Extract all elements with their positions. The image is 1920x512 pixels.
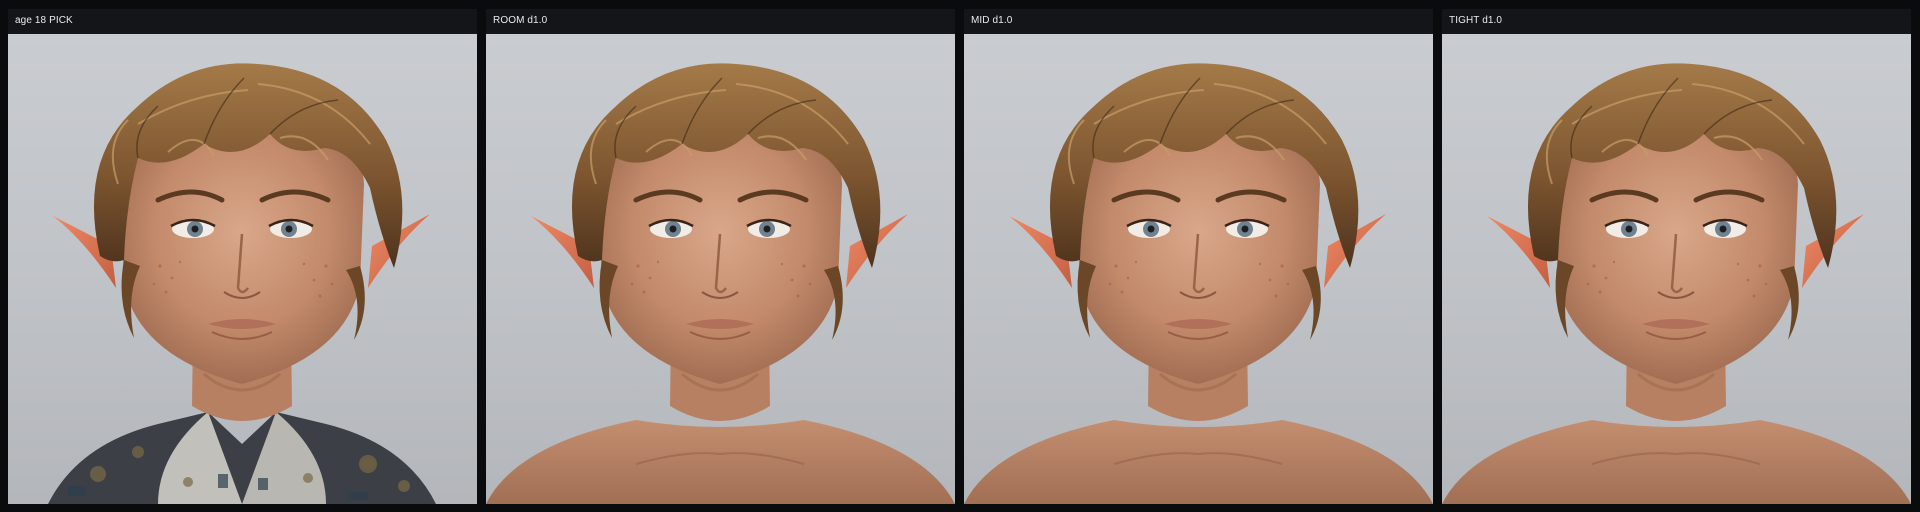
panel-tight-d1-0[interactable]: TIGHT d1.0 [1442,9,1911,504]
panel-label: age 18 PICK [8,9,477,33]
panel-room-d1-0[interactable]: ROOM d1.0 [486,9,955,504]
panel-label: TIGHT d1.0 [1442,9,1911,33]
panel-mid-d1-0[interactable]: MID d1.0 [964,9,1433,504]
portrait-image[interactable] [1442,34,1911,504]
panel-age-18-pick[interactable]: age 18 PICK [8,9,477,504]
portrait-image[interactable] [964,34,1433,504]
portrait-image[interactable] [486,34,955,504]
panel-label: ROOM d1.0 [486,9,955,33]
comparison-grid: age 18 PICK ROOM d1.0 MID d1.0 TIGHT d1.… [8,9,1912,504]
elf-portrait-bare-shoulders [964,34,1433,504]
panel-label: MID d1.0 [964,9,1433,33]
elf-portrait-bare-shoulders [486,34,955,504]
elf-portrait-bare-shoulders [1442,34,1911,504]
elf-portrait-clothed [48,34,436,504]
portrait-image[interactable] [8,34,477,504]
